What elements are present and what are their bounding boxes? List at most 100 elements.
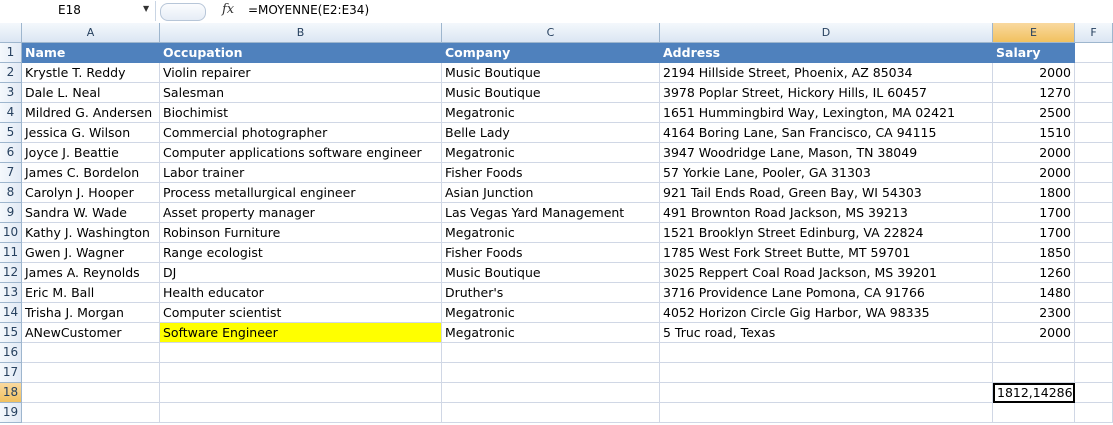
cell-a2[interactable]: Krystle T. Reddy: [22, 63, 160, 83]
cell-e7[interactable]: 2000: [993, 163, 1075, 183]
cell-f19[interactable]: [1075, 403, 1113, 423]
cell-c2[interactable]: Music Boutique: [442, 63, 660, 83]
row-header-11[interactable]: 11: [0, 243, 22, 263]
cell-a9[interactable]: Sandra W. Wade: [22, 203, 160, 223]
cell-d16[interactable]: [660, 343, 993, 363]
name-box[interactable]: E18 ▼: [0, 1, 156, 21]
cell-c13[interactable]: Druther's: [442, 283, 660, 303]
formula-bar-resize-handle[interactable]: [160, 3, 206, 21]
cell-a18[interactable]: [22, 383, 160, 403]
cell-a4[interactable]: Mildred G. Andersen: [22, 103, 160, 123]
insert-function-icon[interactable]: fx: [222, 2, 234, 17]
cell-c15[interactable]: Megatronic: [442, 323, 660, 343]
cell-d7[interactable]: 57 Yorkie Lane, Pooler, GA 31303: [660, 163, 993, 183]
cell-b4[interactable]: Biochimist: [160, 103, 442, 123]
header-cell-c1[interactable]: Company: [442, 43, 660, 63]
row-header-9[interactable]: 9: [0, 203, 22, 223]
cell-d5[interactable]: 4164 Boring Lane, San Francisco, CA 9411…: [660, 123, 993, 143]
cell-d19[interactable]: [660, 403, 993, 423]
cell-b5[interactable]: Commercial photographer: [160, 123, 442, 143]
cell-b9[interactable]: Asset property manager: [160, 203, 442, 223]
cell-b16[interactable]: [160, 343, 442, 363]
cell-a19[interactable]: [22, 403, 160, 423]
cell-f7[interactable]: [1075, 163, 1113, 183]
cell-b10[interactable]: Robinson Furniture: [160, 223, 442, 243]
cell-b11[interactable]: Range ecologist: [160, 243, 442, 263]
header-cell-a1[interactable]: Name: [22, 43, 160, 63]
cell-c9[interactable]: Las Vegas Yard Management: [442, 203, 660, 223]
cell-f13[interactable]: [1075, 283, 1113, 303]
cell-f9[interactable]: [1075, 203, 1113, 223]
cell-b13[interactable]: Health educator: [160, 283, 442, 303]
cell-b8[interactable]: Process metallurgical engineer: [160, 183, 442, 203]
cell-c18[interactable]: [442, 383, 660, 403]
row-header-12[interactable]: 12: [0, 263, 22, 283]
cell-f11[interactable]: [1075, 243, 1113, 263]
cell-e17[interactable]: [993, 363, 1075, 383]
row-header-10[interactable]: 10: [0, 223, 22, 243]
cell-a16[interactable]: [22, 343, 160, 363]
cell-b3[interactable]: Salesman: [160, 83, 442, 103]
cell-b15[interactable]: Software Engineer: [160, 323, 442, 343]
cell-f6[interactable]: [1075, 143, 1113, 163]
cell-d11[interactable]: 1785 West Fork Street Butte, MT 59701: [660, 243, 993, 263]
cell-d6[interactable]: 3947 Woodridge Lane, Mason, TN 38049: [660, 143, 993, 163]
cell-d3[interactable]: 3978 Poplar Street, Hickory Hills, IL 60…: [660, 83, 993, 103]
cell-f8[interactable]: [1075, 183, 1113, 203]
cell-a8[interactable]: Carolyn J. Hooper: [22, 183, 160, 203]
row-header-6[interactable]: 6: [0, 143, 22, 163]
cell-f3[interactable]: [1075, 83, 1113, 103]
cell-d14[interactable]: 4052 Horizon Circle Gig Harbor, WA 98335: [660, 303, 993, 323]
cell-e6[interactable]: 2000: [993, 143, 1075, 163]
row-header-19[interactable]: 19: [0, 403, 22, 423]
cell-a13[interactable]: Eric M. Ball: [22, 283, 160, 303]
cell-f10[interactable]: [1075, 223, 1113, 243]
cell-f5[interactable]: [1075, 123, 1113, 143]
cell-e16[interactable]: [993, 343, 1075, 363]
cell-d13[interactable]: 3716 Providence Lane Pomona, CA 91766: [660, 283, 993, 303]
cell-b17[interactable]: [160, 363, 442, 383]
column-header-c[interactable]: C: [442, 23, 660, 43]
cell-a5[interactable]: Jessica G. Wilson: [22, 123, 160, 143]
cell-d4[interactable]: 1651 Hummingbird Way, Lexington, MA 0242…: [660, 103, 993, 123]
cell-f15[interactable]: [1075, 323, 1113, 343]
cell-b19[interactable]: [160, 403, 442, 423]
cell-a12[interactable]: James A. Reynolds: [22, 263, 160, 283]
cell-c3[interactable]: Music Boutique: [442, 83, 660, 103]
column-header-e[interactable]: E: [993, 23, 1075, 43]
chevron-down-icon[interactable]: ▼: [143, 4, 149, 13]
cell-c19[interactable]: [442, 403, 660, 423]
cell-e19[interactable]: [993, 403, 1075, 423]
row-header-13[interactable]: 13: [0, 283, 22, 303]
formula-input[interactable]: =MOYENNE(E2:E34): [248, 3, 369, 17]
row-header-3[interactable]: 3: [0, 83, 22, 103]
cell-e15[interactable]: 2000: [993, 323, 1075, 343]
cell-c6[interactable]: Megatronic: [442, 143, 660, 163]
cell-c4[interactable]: Megatronic: [442, 103, 660, 123]
cell-c12[interactable]: Music Boutique: [442, 263, 660, 283]
cell-e14[interactable]: 2300: [993, 303, 1075, 323]
cell-e11[interactable]: 1850: [993, 243, 1075, 263]
column-header-b[interactable]: B: [160, 23, 442, 43]
cell-b6[interactable]: Computer applications software engineer: [160, 143, 442, 163]
cell-c16[interactable]: [442, 343, 660, 363]
cell-e12[interactable]: 1260: [993, 263, 1075, 283]
row-header-4[interactable]: 4: [0, 103, 22, 123]
cell-a14[interactable]: Trisha J. Morgan: [22, 303, 160, 323]
row-header-18[interactable]: 18: [0, 383, 22, 403]
cell-f14[interactable]: [1075, 303, 1113, 323]
row-header-16[interactable]: 16: [0, 343, 22, 363]
cell-d10[interactable]: 1521 Brooklyn Street Edinburg, VA 22824: [660, 223, 993, 243]
cell-c8[interactable]: Asian Junction: [442, 183, 660, 203]
cell-e2[interactable]: 2000: [993, 63, 1075, 83]
cell-c17[interactable]: [442, 363, 660, 383]
cell-c5[interactable]: Belle Lady: [442, 123, 660, 143]
row-header-14[interactable]: 14: [0, 303, 22, 323]
row-header-17[interactable]: 17: [0, 363, 22, 383]
cell-b2[interactable]: Violin repairer: [160, 63, 442, 83]
cell-f16[interactable]: [1075, 343, 1113, 363]
row-header-15[interactable]: 15: [0, 323, 22, 343]
cell-f18[interactable]: [1075, 383, 1113, 403]
cell-c11[interactable]: Fisher Foods: [442, 243, 660, 263]
cell-a10[interactable]: Kathy J. Washington: [22, 223, 160, 243]
